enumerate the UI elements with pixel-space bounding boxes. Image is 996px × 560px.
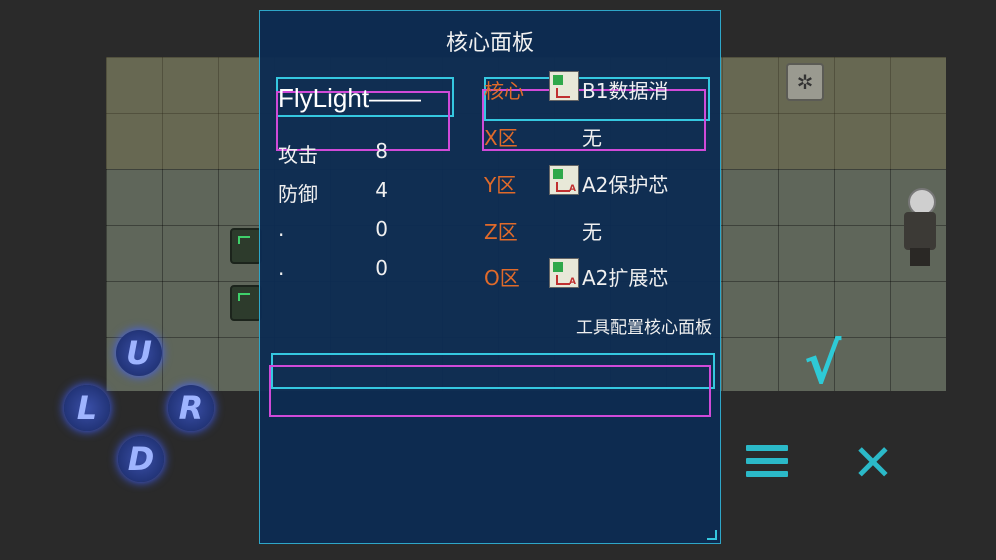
corner-mark: [707, 530, 717, 540]
stat-label: 攻击: [278, 143, 318, 167]
hamburger-icon[interactable]: [746, 445, 788, 483]
dpad-up-label: U: [126, 334, 152, 372]
enemy-sprite: [230, 228, 262, 264]
stat-value: 4: [375, 178, 388, 202]
slot-label-z[interactable]: Z区: [484, 216, 518, 245]
dpad-down-button[interactable]: D: [118, 436, 164, 482]
dpad-left-button[interactable]: L: [64, 385, 110, 431]
character-name: FlyLight——: [278, 83, 422, 113]
close-icon: ✕: [852, 434, 894, 492]
dpad-right-label: R: [178, 389, 204, 427]
slot-value-y[interactable]: A2保护芯: [582, 169, 668, 198]
description-frame-pink: [269, 365, 711, 417]
slot-value-z[interactable]: 无: [582, 216, 602, 245]
config-panel-button[interactable]: 工具配置核心面板: [576, 313, 712, 338]
confirm-button[interactable]: √: [804, 332, 841, 397]
stat-label: 防御: [278, 182, 318, 206]
check-icon: √: [804, 332, 842, 397]
chip-icon: [549, 71, 579, 101]
close-button[interactable]: ✕: [852, 434, 894, 492]
chip-icon: A: [549, 258, 579, 288]
dpad-right-button[interactable]: R: [168, 385, 214, 431]
dpad-down-label: D: [127, 440, 155, 478]
slot-value-core[interactable]: B1数据消: [582, 75, 668, 104]
enemy-sprite: [230, 285, 262, 321]
panel-title: 核心面板: [445, 31, 534, 56]
slot-label-core[interactable]: 核心: [484, 75, 524, 104]
dpad-up-button[interactable]: U: [116, 330, 162, 376]
stat-value: 0: [375, 256, 388, 280]
slot-label-x[interactable]: X区: [484, 122, 518, 151]
stat-value: 0: [375, 217, 388, 241]
slot-label-o[interactable]: O区: [484, 262, 520, 291]
stat-label: .: [278, 256, 285, 280]
stat-value: 8: [375, 139, 388, 163]
chip-icon: A: [549, 165, 579, 195]
npc-character: [900, 188, 940, 266]
slot-value-x[interactable]: 无: [582, 122, 602, 151]
slot-label-y[interactable]: Y区: [484, 169, 516, 198]
slot-value-o[interactable]: A2扩展芯: [582, 262, 668, 291]
core-panel: 核心面板 FlyLight—— 攻击 8 防御 4 . 0 . 0 核心 B1数…: [259, 10, 721, 544]
fan-icon: ✲: [786, 63, 824, 101]
dpad-left-label: L: [76, 389, 98, 427]
stat-label: .: [278, 217, 285, 241]
